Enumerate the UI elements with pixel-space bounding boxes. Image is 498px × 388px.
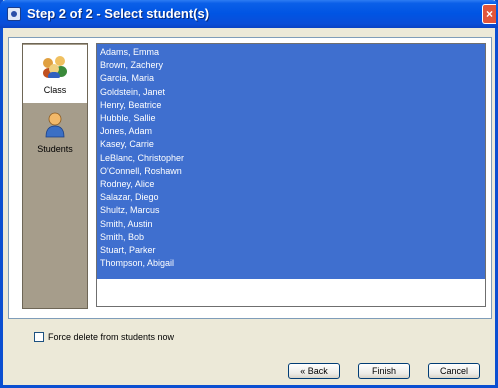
list-item[interactable]: Smith, Austin	[100, 218, 480, 231]
list-item[interactable]: O'Connell, Roshawn	[100, 165, 480, 178]
sidebar-item-label: Students	[37, 144, 73, 154]
list-item[interactable]: Thompson, Abigail	[100, 257, 480, 270]
list-item[interactable]: Kasey, Carrie	[100, 138, 480, 151]
list-item[interactable]: Smith, Bob	[100, 231, 480, 244]
list-item[interactable]: Shultz, Marcus	[100, 204, 480, 217]
app-icon	[7, 7, 21, 21]
list-item[interactable]: Brown, Zachery	[100, 59, 480, 72]
close-button[interactable]: ×	[482, 4, 496, 24]
sidebar-item-label: Class	[43, 85, 67, 95]
list-item[interactable]: Henry, Beatrice	[100, 99, 480, 112]
list-item[interactable]: Hubble, Sallie	[100, 112, 480, 125]
list-item[interactable]: Garcia, Maria	[100, 72, 480, 85]
sidebar: Class Students	[22, 43, 88, 309]
finish-button[interactable]: Finish	[358, 363, 410, 379]
list-item[interactable]: Stuart, Parker	[100, 244, 480, 257]
sidebar-item-students[interactable]: Students	[23, 104, 87, 162]
list-item[interactable]: LeBlanc, Christopher	[100, 152, 480, 165]
student-list[interactable]: Adams, Emma Brown, Zachery Garcia, Maria Go…	[96, 43, 486, 307]
force-delete-checkbox[interactable]	[34, 332, 44, 342]
cancel-button[interactable]: Cancel	[428, 363, 480, 379]
student-icon	[45, 112, 65, 138]
list-item[interactable]: Adams, Emma	[100, 46, 480, 59]
list-item[interactable]: Goldstein, Janet	[100, 86, 480, 99]
title-bar[interactable]: Step 2 of 2 - Select student(s) ×	[0, 0, 498, 28]
list-item[interactable]: Rodney, Alice	[100, 178, 480, 191]
list-item[interactable]: Jones, Adam	[100, 125, 480, 138]
class-group-icon	[43, 54, 67, 78]
sidebar-item-class[interactable]: Class	[23, 45, 87, 103]
list-item[interactable]: Salazar, Diego	[100, 191, 480, 204]
window-title: Step 2 of 2 - Select student(s)	[27, 6, 210, 21]
force-delete-label: Force delete from students now	[48, 332, 175, 342]
back-button[interactable]: « Back	[288, 363, 340, 379]
